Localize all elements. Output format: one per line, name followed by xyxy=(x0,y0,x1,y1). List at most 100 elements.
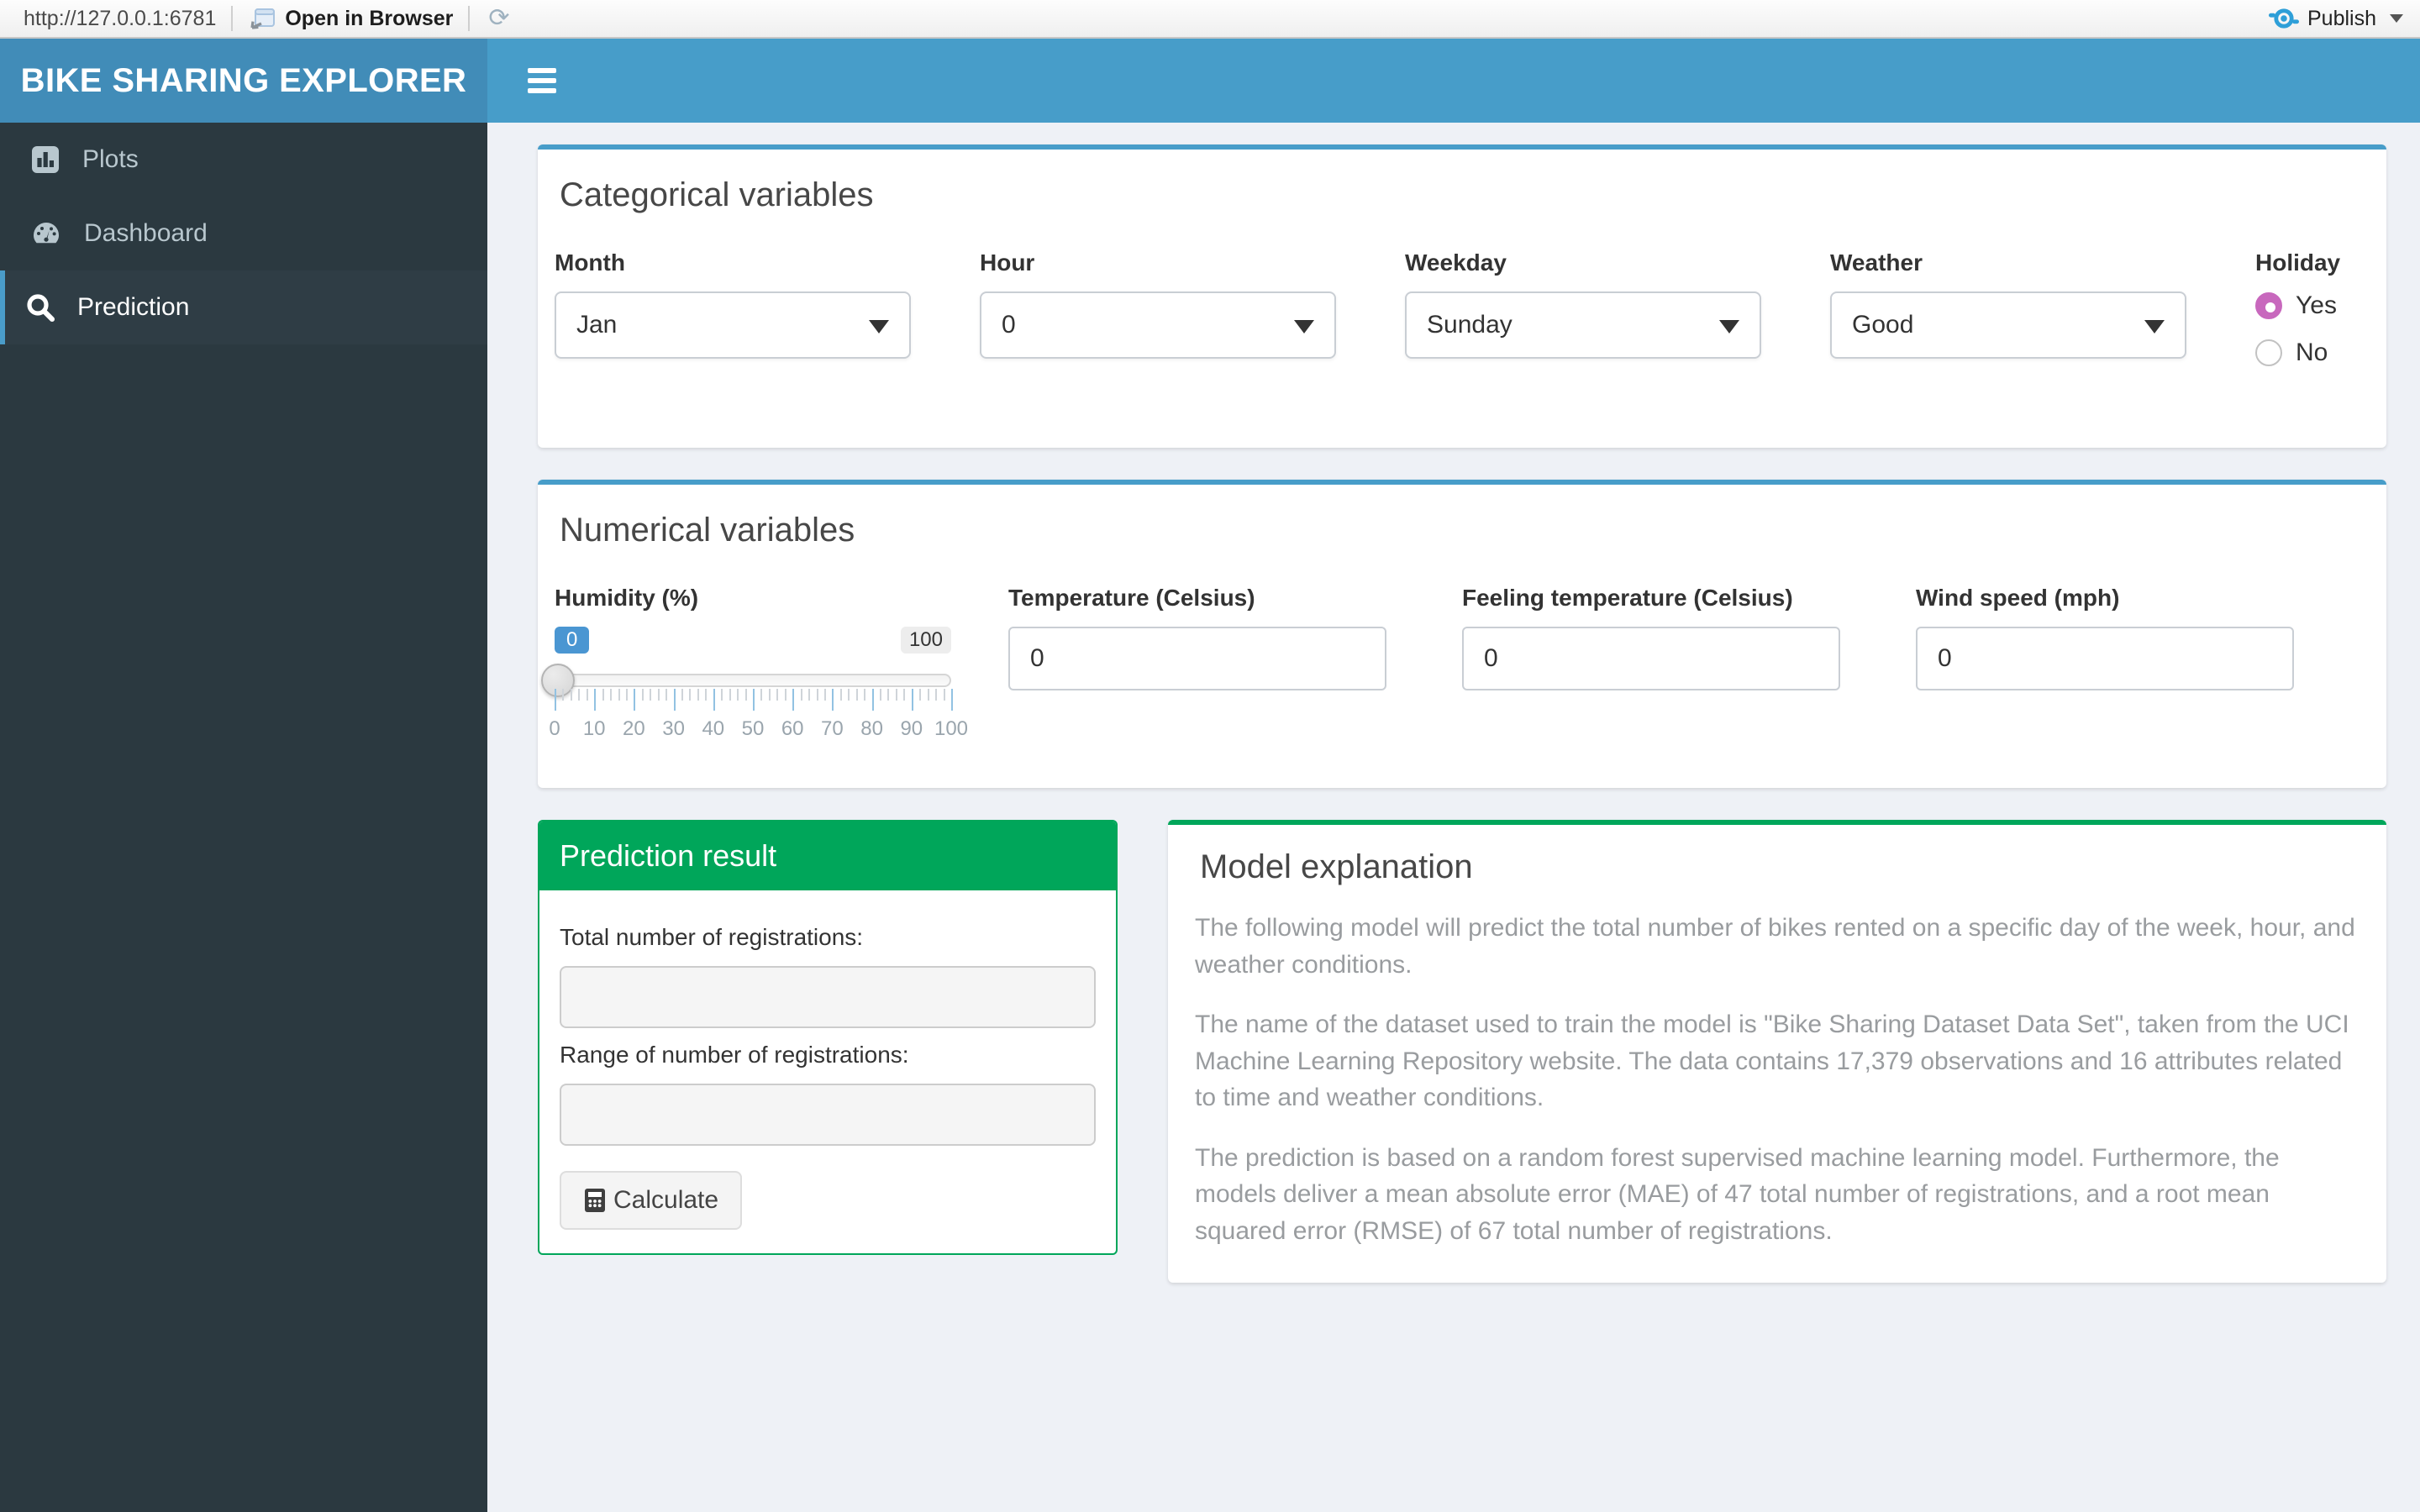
slider-tick xyxy=(919,689,922,701)
chevron-down-icon xyxy=(869,320,889,333)
prediction-result-title: Prediction result xyxy=(539,822,1116,890)
slider-tick xyxy=(800,689,802,701)
hour-field: Hour 0 xyxy=(980,249,1405,386)
hour-label: Hour xyxy=(980,249,1035,276)
month-select[interactable]: Jan xyxy=(555,291,911,359)
sidebar-item-prediction[interactable]: Prediction xyxy=(0,270,487,344)
box-title: Categorical variables xyxy=(560,176,874,213)
publish-button[interactable]: Publish xyxy=(2269,7,2403,31)
toolbar-divider xyxy=(231,6,234,31)
slider-tick xyxy=(871,689,874,711)
prediction-result-box: Prediction result Total number of regist… xyxy=(538,820,1118,1255)
url-text: http://127.0.0.1:6781 xyxy=(24,6,217,30)
toolbar-divider xyxy=(468,6,471,31)
numerical-variables-box: Numerical variables Humidity (%) 0 100 0… xyxy=(538,480,2386,788)
slider-tick xyxy=(578,689,581,701)
slider-tick xyxy=(768,689,771,701)
slider-tick xyxy=(887,689,890,701)
slider-tick xyxy=(681,689,684,701)
open-in-browser-label: Open in Browser xyxy=(285,6,454,30)
wind-speed-input[interactable]: 0 xyxy=(1916,627,2294,690)
sidebar-item-dashboard[interactable]: Dashboard xyxy=(0,197,487,270)
numerical-row: Humidity (%) 0 100 0 10 20 30 40 50 60 70 80 90 10… xyxy=(541,585,2370,741)
calculate-button[interactable]: Calculate xyxy=(560,1171,743,1230)
slider-tick-grid xyxy=(555,689,953,712)
weather-select-value: Good xyxy=(1852,311,1914,339)
slider-tick xyxy=(784,689,786,701)
range-registrations-label: Range of number of registrations: xyxy=(560,1042,909,1068)
radio-label: Yes xyxy=(2296,291,2337,319)
holiday-radio-yes[interactable]: Yes xyxy=(2255,291,2370,320)
weekday-select[interactable]: Sunday xyxy=(1405,291,1761,359)
slider-tick xyxy=(721,689,723,701)
hour-select[interactable]: 0 xyxy=(980,291,1336,359)
main-content: Categorical variables Month Jan Hour 0 W… xyxy=(487,123,2420,1512)
chevron-down-icon xyxy=(1294,320,1314,333)
slider-tick xyxy=(895,689,897,701)
month-field: Month Jan xyxy=(555,249,980,386)
slider-tick-label: 0 xyxy=(549,717,560,740)
slider-tick xyxy=(713,689,715,711)
chevron-down-icon xyxy=(1719,320,1739,333)
chevron-down-icon xyxy=(2144,320,2165,333)
weekday-select-value: Sunday xyxy=(1427,311,1512,339)
gauge-icon xyxy=(34,223,59,244)
search-icon xyxy=(27,294,55,322)
feeling-temperature-label: Feeling temperature (Celsius) xyxy=(1462,585,1793,611)
slider-tick xyxy=(634,689,636,711)
slider-tick xyxy=(848,689,850,701)
sidebar-item-label: Plots xyxy=(82,145,139,173)
open-in-browser-button[interactable]: Open in Browser xyxy=(248,7,453,31)
sidebar-item-label: Prediction xyxy=(77,293,190,321)
calculator-icon xyxy=(585,1189,605,1212)
slider-tick xyxy=(832,689,834,711)
range-registrations-output xyxy=(560,1084,1096,1146)
slider-tick-label: 60 xyxy=(781,717,804,740)
slider-tick xyxy=(737,689,739,701)
feeling-temperature-field: Feeling temperature (Celsius) 0 xyxy=(1462,585,1916,741)
slider-tick xyxy=(880,689,882,701)
model-explanation-box: Model explanation The following model wi… xyxy=(1168,820,2386,1283)
slider-tick xyxy=(618,689,620,701)
refresh-icon[interactable]: ⟳ xyxy=(485,6,513,31)
weather-select[interactable]: Good xyxy=(1830,291,2186,359)
slider-tick-label: 70 xyxy=(821,717,844,740)
slider-tick-label: 80 xyxy=(860,717,883,740)
feeling-temperature-input[interactable]: 0 xyxy=(1462,627,1840,690)
month-select-value: Jan xyxy=(576,311,618,339)
total-registrations-output xyxy=(560,966,1096,1028)
slider-tick-label: 40 xyxy=(702,717,725,740)
slider-tick xyxy=(641,689,644,701)
sidebar-item-plots[interactable]: Plots xyxy=(0,123,487,197)
slider-max-badge: 100 xyxy=(900,627,951,654)
slider-tick xyxy=(570,689,572,701)
slider-tick xyxy=(689,689,692,701)
temperature-input[interactable]: 0 xyxy=(1008,627,1386,690)
result-row: Prediction result Total number of regist… xyxy=(538,820,2386,1315)
slider-tick xyxy=(705,689,708,701)
weekday-label: Weekday xyxy=(1405,249,1507,276)
slider-tick-label: 50 xyxy=(741,717,765,740)
categorical-row: Month Jan Hour 0 Weekday Sunday Weather … xyxy=(555,249,2370,386)
model-paragraph: The name of the dataset used to train th… xyxy=(1195,1011,2349,1111)
slider-tick xyxy=(760,689,763,701)
slider-tick xyxy=(650,689,652,701)
holiday-radio-no[interactable]: No xyxy=(2255,339,2370,367)
slider-track[interactable] xyxy=(541,664,951,697)
humidity-field: Humidity (%) 0 100 0 10 20 30 40 50 60 70 80 90 10… xyxy=(541,585,1008,741)
sidebar-item-label: Dashboard xyxy=(84,219,208,247)
slider-tick xyxy=(792,689,795,711)
slider-tick xyxy=(555,689,556,711)
humidity-slider: 0 100 0 10 20 30 40 50 60 70 80 90 100 xyxy=(541,627,968,741)
box-title: Numerical variables xyxy=(560,512,855,549)
slider-tick-label: 20 xyxy=(623,717,645,740)
app-header: BIKE SHARING EXPLORER xyxy=(0,39,2420,123)
publish-label: Publish xyxy=(2307,6,2376,30)
sidebar-toggle-button[interactable] xyxy=(514,58,570,103)
model-paragraph: The prediction is based on a random fore… xyxy=(1195,1143,2280,1245)
weather-label: Weather xyxy=(1830,249,1923,276)
slider-value-badge: 0 xyxy=(555,627,590,654)
radio-icon xyxy=(2255,292,2282,319)
app-viewport: http://127.0.0.1:6781 Open in Browser ⟳ … xyxy=(0,0,2420,1512)
app-body: Plots Dashboard Prediction Categorical v… xyxy=(0,123,2420,1512)
